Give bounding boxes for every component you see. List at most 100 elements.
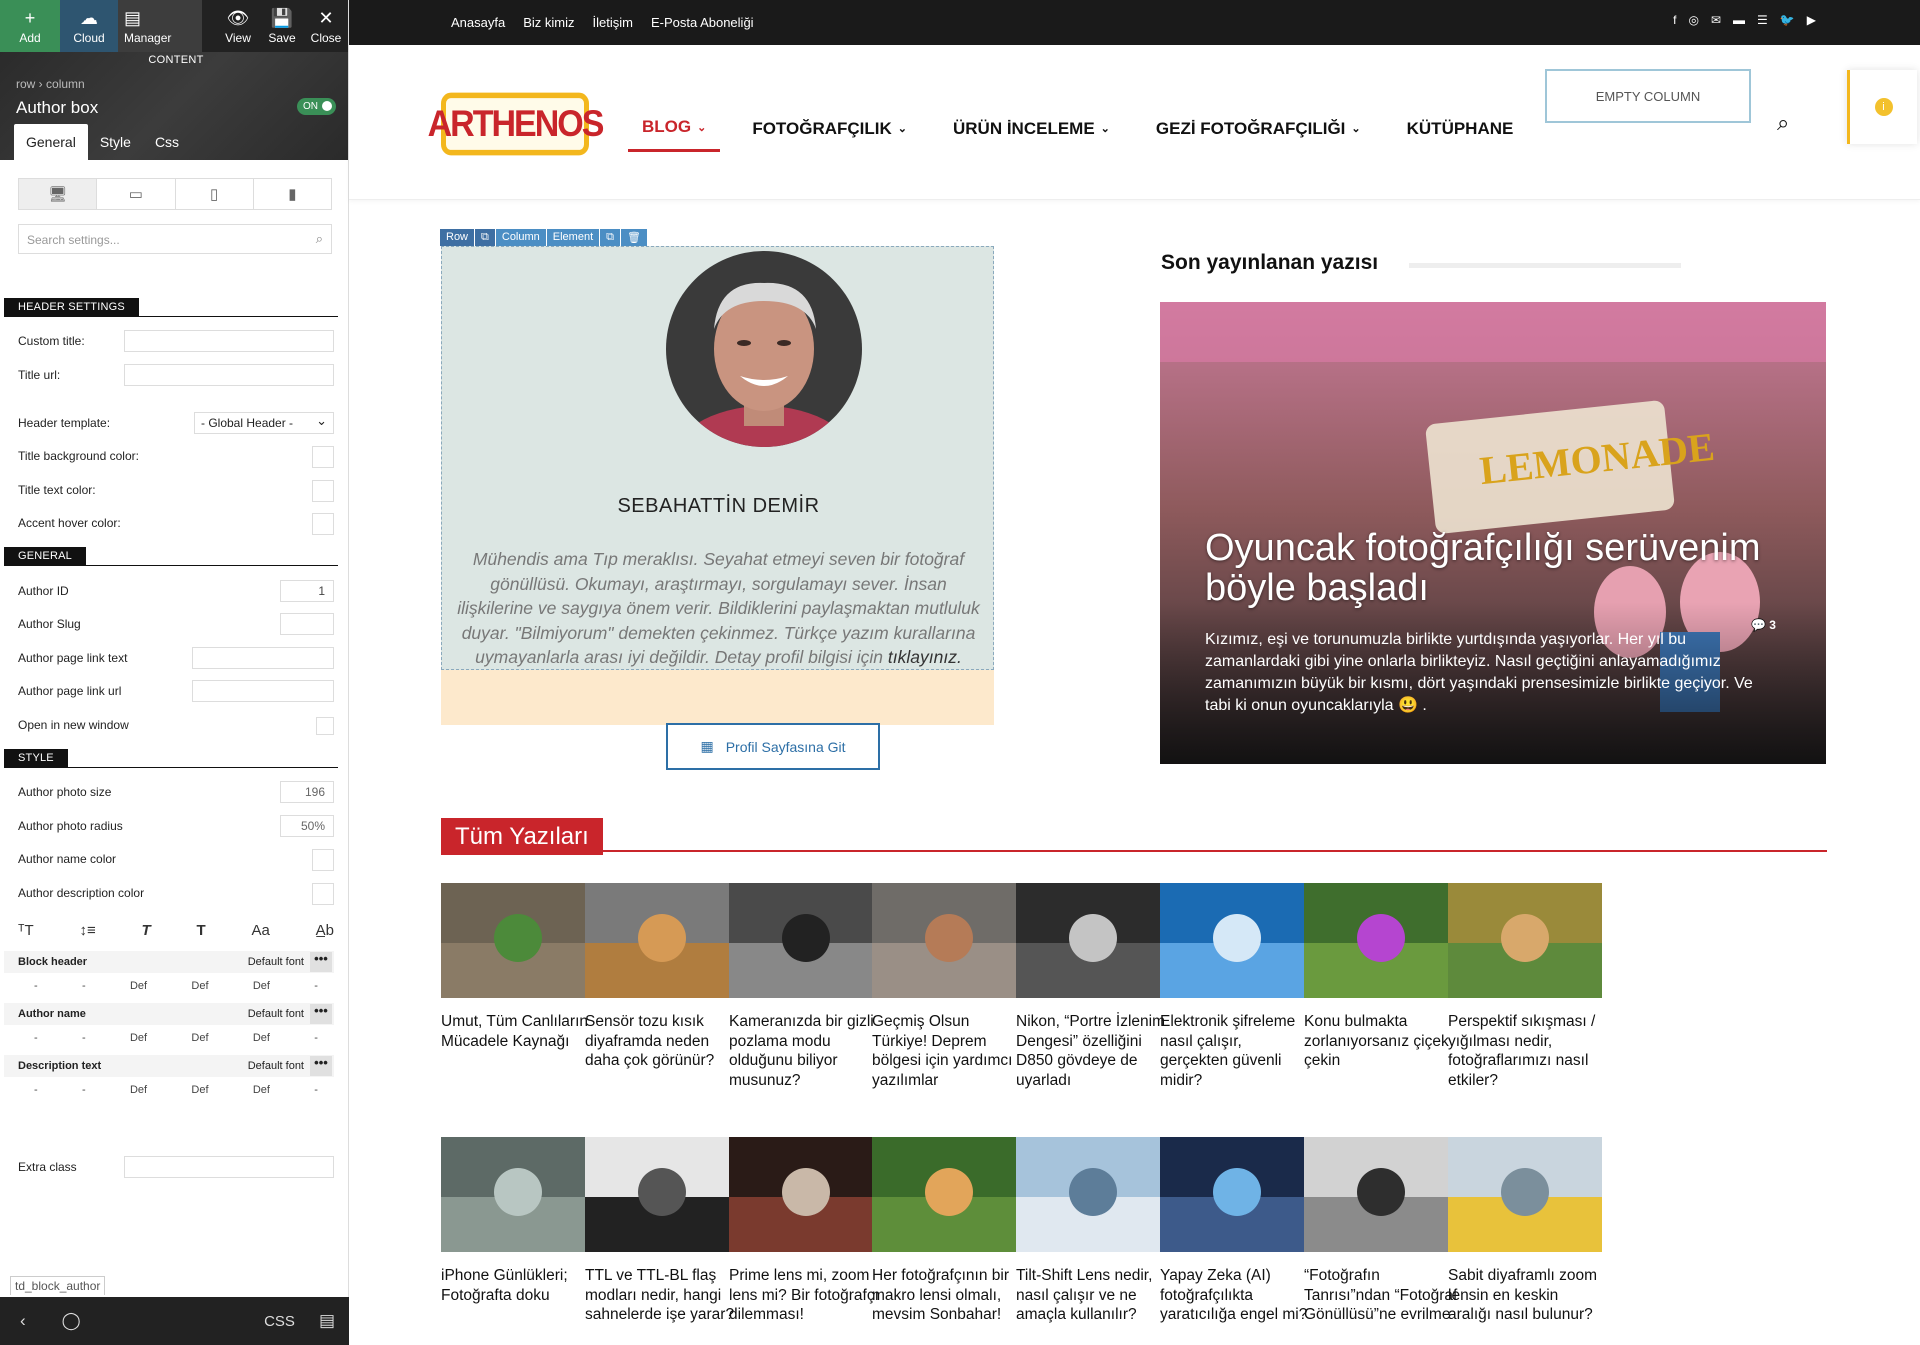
photo-radius-input[interactable]: 50% [280,815,334,837]
medium-icon[interactable]: ▬ [1733,13,1745,27]
post-title[interactable]: Elektronik şifreleme nasıl çalışır, gerç… [1160,1012,1314,1090]
top-link[interactable]: E-Posta Aboneliği [651,15,754,30]
latest-post-hero[interactable]: LEMONADE Oyuncak fotoğrafçılığı serüveni… [1160,302,1826,764]
copy-icon[interactable]: ⧉ [600,229,620,246]
post-thumbnail[interactable] [1016,1137,1170,1252]
empty-column-placeholder[interactable]: EMPTY COLUMN [1545,69,1751,123]
post-card[interactable]: Umut, Tüm Canlıların Mücadele Kaynağı [441,883,595,1051]
nav-item-blog[interactable]: BLOG ⌄ [628,111,721,152]
post-title[interactable]: Geçmiş Olsun Türkiye! Deprem bölgesi içi… [872,1012,1026,1090]
nav-item-fotografcilik[interactable]: FOTOĞRAFÇILIK ⌄ [738,111,921,152]
post-card[interactable]: Tilt-Shift Lens nedir, nasıl çalışır ve … [1016,1137,1170,1325]
post-card[interactable]: Kameranızda bir gizli pozlama modu olduğ… [729,883,883,1090]
manager-button[interactable]: ▤ Manager [118,0,202,52]
post-card[interactable]: Konu bulmakta zorlanıyorsanız çiçek çeki… [1304,883,1458,1071]
post-card[interactable]: Sabit diyaframlı zoom lensin en keskin a… [1448,1137,1602,1325]
author-id-input[interactable]: 1 [280,580,334,602]
post-thumbnail[interactable] [729,1137,883,1252]
post-thumbnail[interactable] [441,1137,595,1252]
post-title[interactable]: Nikon, “Portre İzlenim Dengesi” özelliği… [1016,1012,1170,1090]
post-thumbnail[interactable] [1160,883,1314,998]
post-card[interactable]: Perspektif sıkışması / yığılması nedir, … [1448,883,1602,1090]
post-title[interactable]: Sabit diyaframlı zoom lensin en keskin a… [1448,1266,1602,1325]
post-thumbnail[interactable] [872,883,1026,998]
mail-icon[interactable]: ✉ [1711,13,1721,27]
description-font-select[interactable]: Default font [248,1060,304,1072]
block-header-font-select[interactable]: Default font [248,956,304,968]
notification-panel[interactable]: i [1847,70,1917,144]
tab-general[interactable]: General [14,124,88,160]
desktop-icon[interactable]: 🖥 [19,179,98,209]
more-options-icon[interactable]: ••• [310,1004,332,1024]
def-select[interactable]: Def [191,1032,208,1052]
settings-search-input[interactable]: Search settings... ⌕ [18,224,332,254]
author-profile-link[interactable]: tıklayınız. [888,647,962,667]
post-title[interactable]: Perspektif sıkışması / yığılması nedir, … [1448,1012,1602,1090]
post-thumbnail[interactable] [441,883,595,998]
column-tag[interactable]: Column [495,229,546,246]
open-new-window-checkbox[interactable] [316,717,334,735]
author-page-link-text-input[interactable] [192,647,334,669]
accent-hover-color-swatch[interactable] [312,513,334,535]
desc-color-swatch[interactable] [312,883,334,905]
post-card[interactable]: iPhone Günlükleri; Fotoğrafta doku [441,1137,595,1305]
post-title[interactable]: Her fotoğrafçının bir makro lensi olmalı… [872,1266,1026,1325]
letter-spacing-icon[interactable]: A̲b [316,922,334,939]
def-select[interactable]: Def [191,980,208,1000]
profile-page-button[interactable]: ▦ Profil Sayfasına Git [666,723,880,770]
save-button[interactable]: 💾 Save [260,0,304,52]
add-button[interactable]: + Add [0,0,60,52]
history-icon[interactable]: ◯ [62,1311,81,1331]
title-bg-color-swatch[interactable] [312,446,334,468]
top-link[interactable]: Anasayfa [451,15,505,30]
breadcrumb-column[interactable]: column [46,77,85,91]
view-button[interactable]: 👁 View [216,0,260,52]
post-thumbnail[interactable] [872,1137,1026,1252]
post-title[interactable]: Umut, Tüm Canlıların Mücadele Kaynağı [441,1012,595,1051]
post-card[interactable]: Elektronik şifreleme nasıl çalışır, gerç… [1160,883,1314,1090]
post-thumbnail[interactable] [1304,883,1458,998]
line-height-icon[interactable]: ↕≡ [79,922,95,939]
author-slug-input[interactable] [280,613,334,635]
title-url-input[interactable] [124,364,334,386]
post-card[interactable]: Sensör tozu kısık diyaframda neden daha … [585,883,739,1071]
element-tag[interactable]: Element [546,229,600,246]
post-card[interactable]: Yapay Zeka (AI) fotoğrafçılıkta yaratıcı… [1160,1137,1314,1325]
font-size-icon[interactable]: ᵀT [18,922,34,939]
back-icon[interactable]: ‹ [20,1311,26,1331]
tab-style[interactable]: Style [88,124,143,160]
nav-item-gezi[interactable]: GEZİ FOTOĞRAFÇILIĞI ⌄ [1142,111,1375,152]
title-text-color-swatch[interactable] [312,480,334,502]
post-thumbnail[interactable] [729,883,883,998]
more-options-icon[interactable]: ••• [310,1056,332,1076]
post-thumbnail[interactable] [1448,883,1602,998]
post-card[interactable]: Her fotoğrafçının bir makro lensi olmalı… [872,1137,1026,1325]
twitter-icon[interactable]: 🐦 [1780,13,1795,27]
post-card[interactable]: Nikon, “Portre İzlenim Dengesi” özelliği… [1016,883,1170,1090]
trash-icon[interactable]: 🗑 [621,229,647,246]
top-link[interactable]: İletişim [592,15,632,30]
rss-icon[interactable]: ☰ [1757,13,1768,27]
close-button[interactable]: ✕ Close [304,0,348,52]
facebook-icon[interactable]: f [1673,13,1676,27]
breadcrumb-row[interactable]: row [16,77,35,91]
post-thumbnail[interactable] [1448,1137,1602,1252]
def-select[interactable]: Def [253,1084,270,1104]
css-button[interactable]: CSS [264,1313,295,1330]
post-title[interactable]: iPhone Günlükleri; Fotoğrafta doku [441,1266,595,1305]
custom-title-input[interactable] [124,330,334,352]
post-thumbnail[interactable] [1016,883,1170,998]
copy-icon[interactable]: ⧉ [475,229,495,246]
post-thumbnail[interactable] [585,1137,739,1252]
tablet-landscape-icon[interactable]: ▭ [97,179,176,209]
search-icon[interactable]: ⌕ [1777,110,1789,136]
post-title[interactable]: Sensör tozu kısık diyaframda neden daha … [585,1012,739,1071]
layers-icon[interactable]: ▤ [319,1311,335,1331]
tab-css[interactable]: Css [143,124,191,160]
nav-item-urun-inceleme[interactable]: ÜRÜN İNCELEME ⌄ [939,111,1124,152]
def-select[interactable]: Def [130,1084,147,1104]
post-thumbnail[interactable] [1304,1137,1458,1252]
def-select[interactable]: Def [253,1032,270,1052]
def-select[interactable]: Def [130,980,147,1000]
tablet-portrait-icon[interactable]: ▯ [176,179,254,209]
